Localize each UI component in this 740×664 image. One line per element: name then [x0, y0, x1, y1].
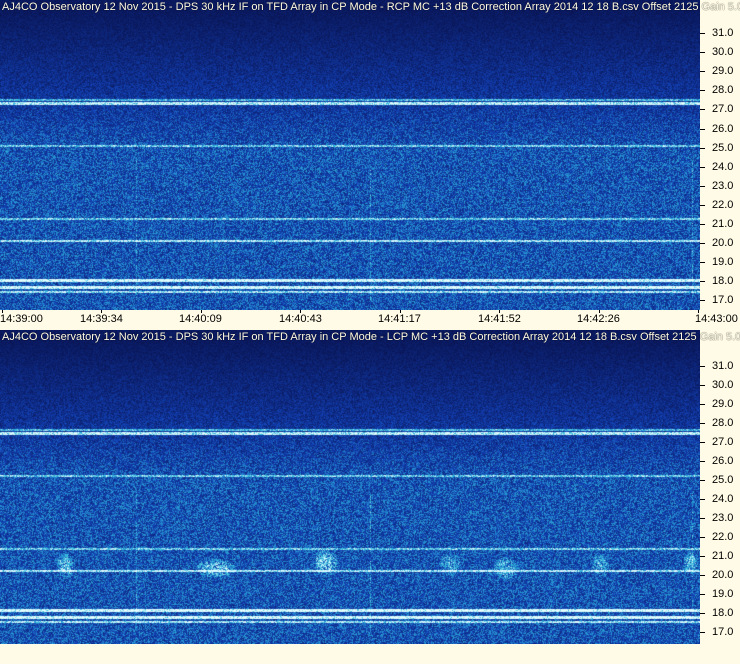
freq-tick	[700, 385, 705, 386]
freq-tick-label: 30.0	[712, 379, 734, 391]
freq-tick-label: 26.0	[712, 455, 734, 467]
freq-tick-label: 25.0	[712, 141, 734, 154]
freq-tick	[700, 262, 705, 264]
spectrogram-panel-rcp: AJ4CO Observatory 12 Nov 2015 - DPS 30 k…	[0, 0, 740, 330]
frequency-axis-lcp: 31.0 30.0 29.0 28.0 27.0 26.0 25.0 24.0 23.0 22.0…	[700, 330, 740, 644]
spectrogram-panel-lcp: AJ4CO Observatory 12 Nov 2015 - DPS 30 k…	[0, 330, 740, 664]
freq-tick-label: 24.0	[712, 493, 734, 505]
freq-tick-label: 29.0	[712, 65, 734, 78]
freq-tick	[700, 300, 705, 302]
freq-tick	[700, 499, 705, 500]
freq-tick-label: 20.0	[712, 569, 734, 581]
freq-tick	[700, 423, 705, 424]
freq-tick-label: 18.0	[712, 607, 734, 619]
time-tick-label: 14:40:43	[279, 313, 322, 325]
freq-tick	[700, 281, 705, 283]
time-tick-label: 14:41:17	[378, 313, 421, 325]
freq-tick	[700, 366, 705, 367]
freq-tick-label: 20.0	[712, 237, 734, 250]
freq-tick-label: 19.0	[712, 588, 734, 600]
freq-tick-label: 31.0	[712, 360, 734, 372]
freq-tick	[700, 71, 705, 73]
freq-tick-label: 28.0	[712, 84, 734, 97]
spectrogram-rcp	[0, 0, 700, 310]
freq-tick-label: 21.0	[712, 218, 734, 230]
freq-tick	[700, 243, 705, 245]
time-tick-label: 14:41:52	[478, 313, 521, 325]
freq-tick	[700, 166, 705, 168]
freq-tick-label: 30.0	[712, 46, 734, 59]
freq-tick	[700, 33, 705, 34]
freq-tick-label: 31.0	[712, 27, 734, 39]
freq-tick	[700, 575, 705, 576]
time-tick-label: 14:43:00	[695, 313, 738, 325]
freq-tick	[700, 537, 705, 538]
freq-tick-label: 17.0	[712, 626, 734, 638]
time-axis-rcp: 14:39:00 14:39:34 14:40:09 14:40:43 14:41:17…	[0, 310, 740, 330]
freq-tick-label: 18.0	[712, 275, 734, 288]
freq-tick	[700, 613, 705, 614]
freq-tick	[700, 480, 705, 481]
freq-tick	[700, 442, 705, 443]
freq-tick	[700, 185, 705, 187]
time-tick-label: 14:42:26	[577, 313, 620, 325]
freq-tick	[700, 594, 705, 595]
freq-tick-label: 29.0	[712, 398, 734, 410]
freq-tick-label: 28.0	[712, 417, 734, 429]
freq-tick-label: 22.0	[712, 198, 734, 211]
freq-tick	[700, 556, 705, 557]
freq-tick-label: 27.0	[712, 436, 734, 448]
time-tick-label: 14:40:09	[179, 313, 222, 325]
freq-tick-label: 21.0	[712, 550, 734, 562]
freq-tick	[700, 224, 705, 225]
freq-tick-label: 22.0	[712, 531, 734, 543]
freq-tick-label: 27.0	[712, 103, 734, 116]
spectrogram-lcp	[0, 330, 700, 644]
freq-tick	[700, 90, 705, 92]
time-tick-label: 14:39:00	[0, 313, 43, 325]
freq-tick	[700, 518, 705, 519]
freq-tick	[700, 404, 705, 405]
freq-tick	[700, 109, 705, 111]
freq-tick	[700, 52, 705, 54]
freq-tick	[700, 461, 705, 462]
panel-title-lcp: AJ4CO Observatory 12 Nov 2015 - DPS 30 k…	[2, 331, 740, 343]
freq-tick-label: 17.0	[712, 294, 734, 307]
freq-tick	[700, 128, 705, 130]
freq-tick	[700, 632, 705, 633]
panel-title-rcp: AJ4CO Observatory 12 Nov 2015 - DPS 30 k…	[2, 1, 740, 13]
freq-tick	[700, 204, 705, 206]
freq-tick	[700, 147, 705, 149]
freq-tick-label: 25.0	[712, 474, 734, 486]
time-tick-label: 14:39:34	[80, 313, 123, 325]
frequency-axis-rcp: 31.0 30.0 29.0 28.0 27.0 26.0 25.0 24.0 23.0 22.0…	[700, 0, 740, 310]
freq-tick-label: 19.0	[712, 256, 734, 269]
freq-tick-label: 26.0	[712, 122, 734, 135]
freq-tick-label: 23.0	[712, 512, 734, 524]
freq-tick-label: 24.0	[712, 160, 734, 173]
freq-tick-label: 23.0	[712, 179, 734, 192]
